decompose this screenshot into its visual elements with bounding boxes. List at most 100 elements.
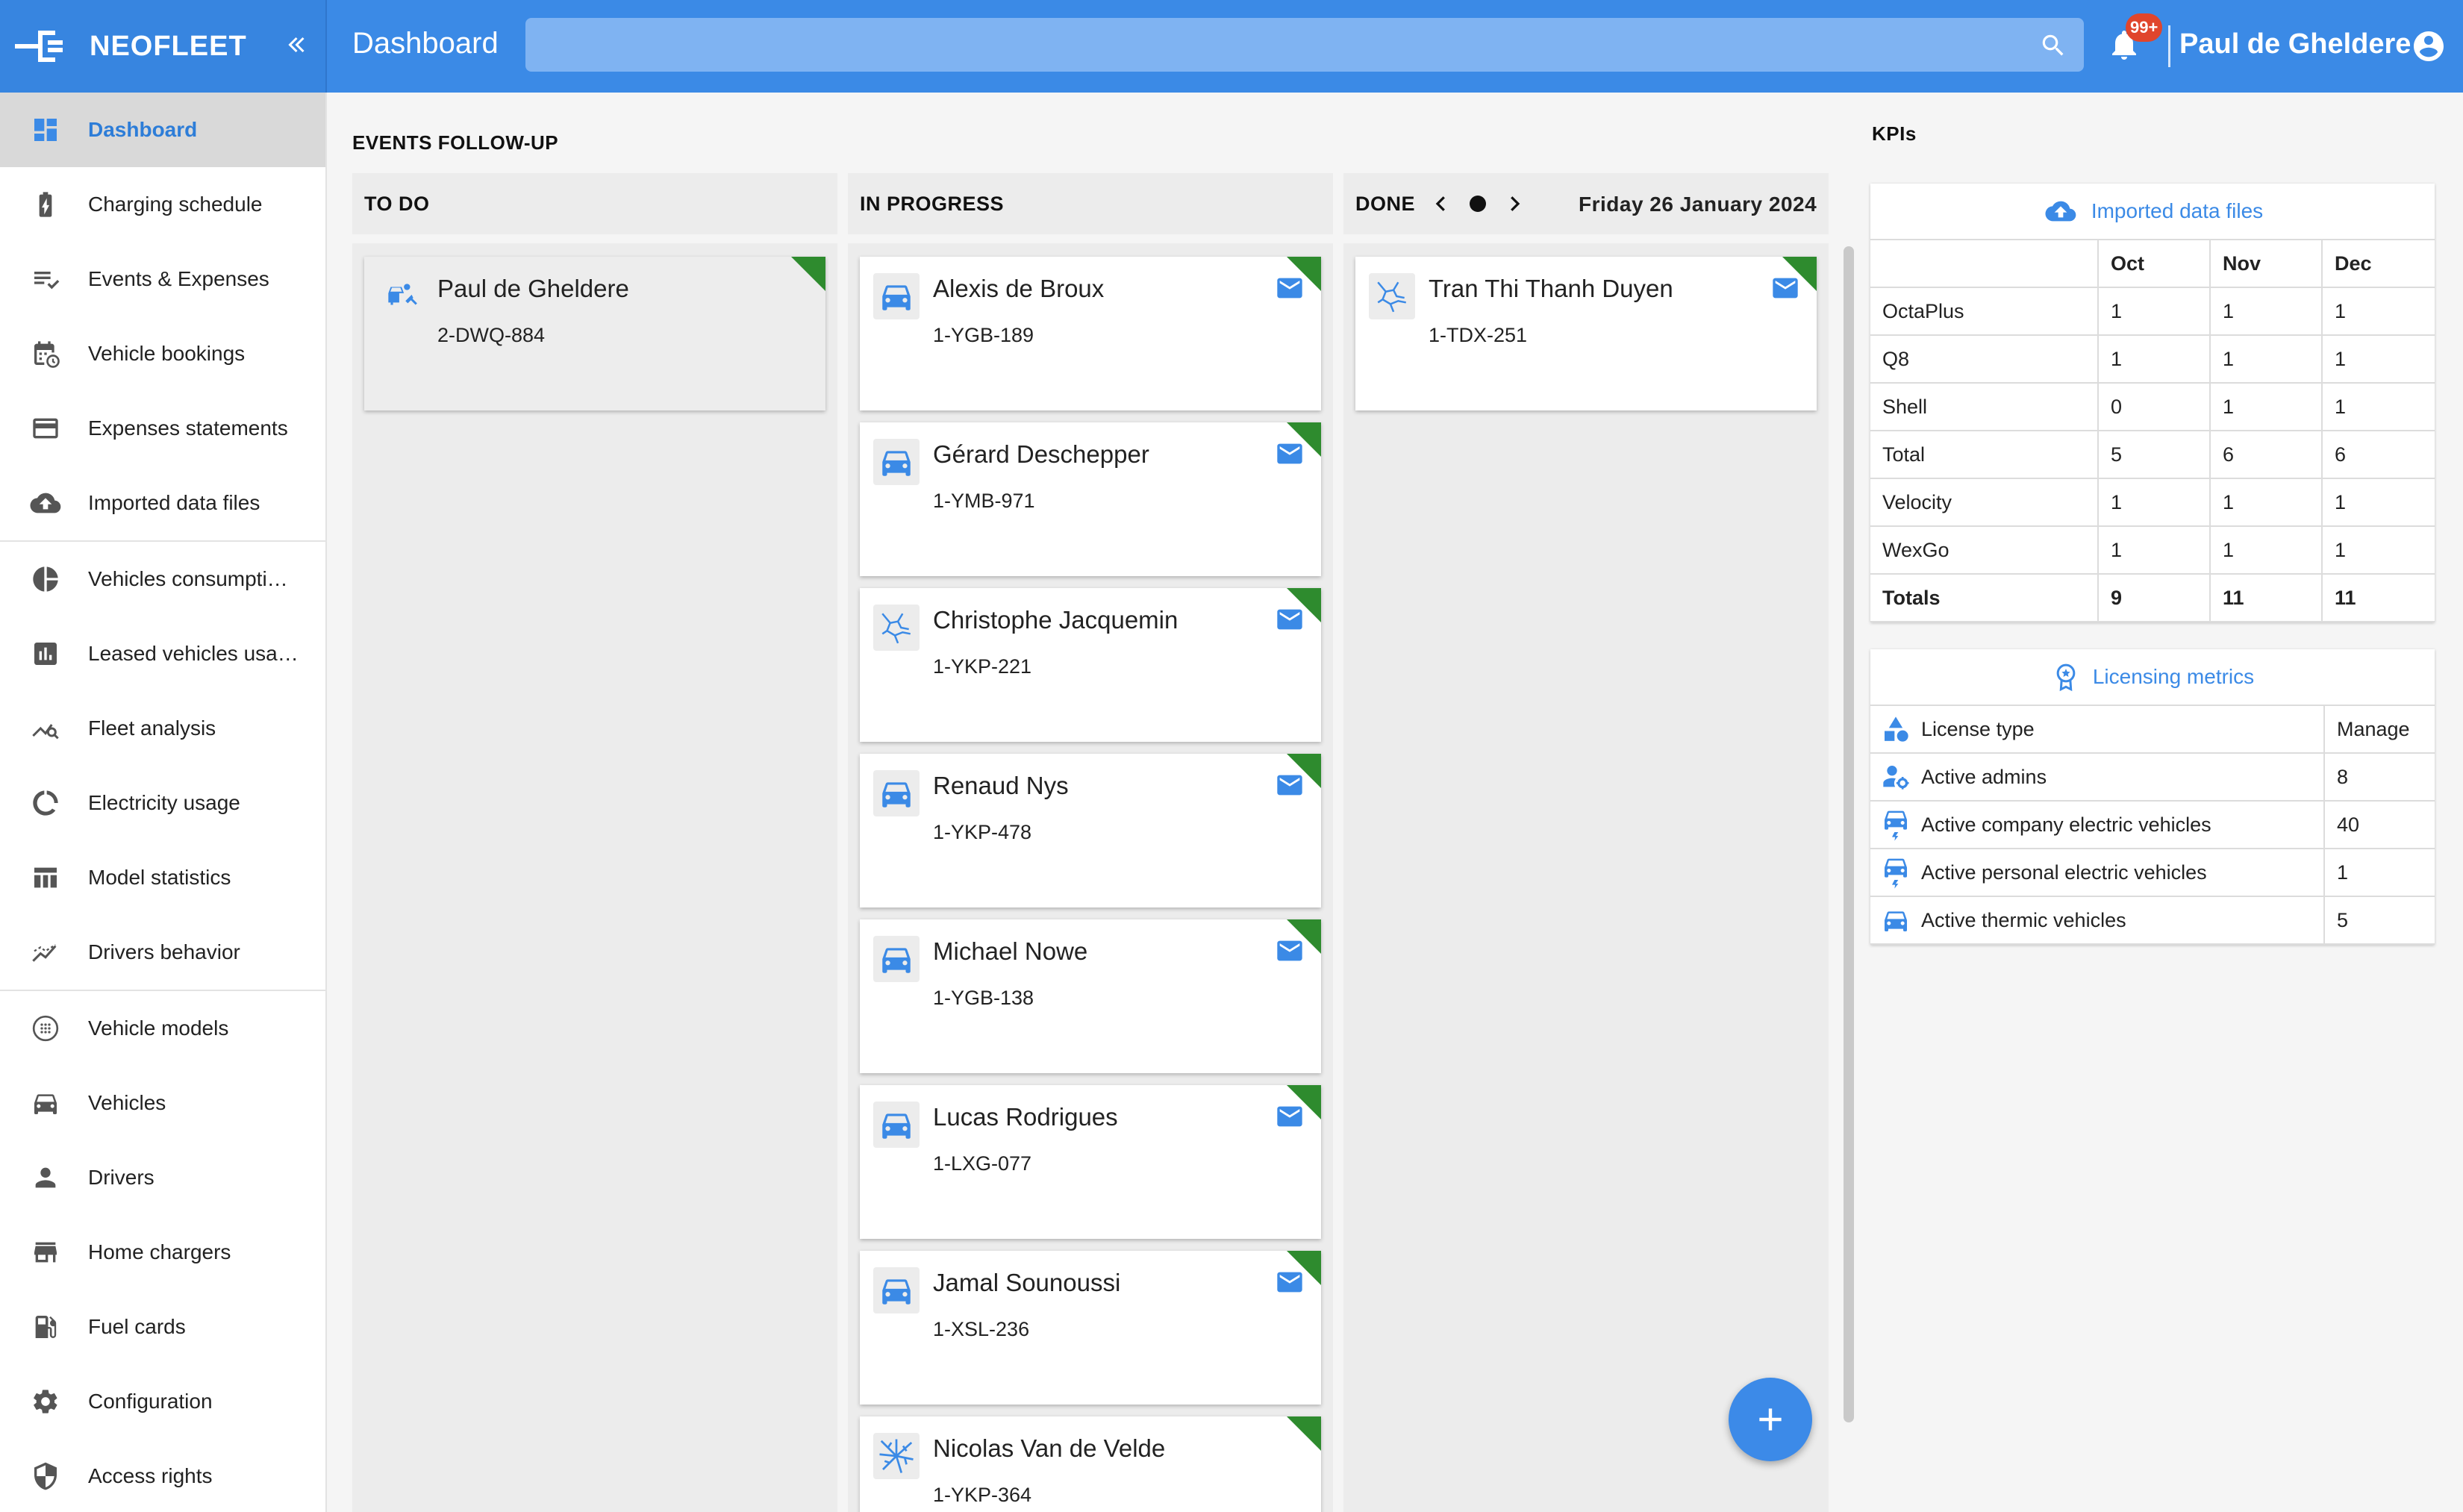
sidebar-item-dashboard[interactable]: Dashboard [0, 93, 325, 167]
event-card[interactable]: Jamal Sounoussi 1-XSL-236 [860, 1251, 1321, 1405]
event-card[interactable]: Alexis de Broux 1-YGB-189 [860, 257, 1321, 410]
event-card[interactable]: Paul de Ghelderе 2-DWQ-884 [364, 257, 825, 410]
mail-icon[interactable] [1273, 605, 1306, 634]
sidebar-item-vehicle-models[interactable]: Vehicle models [0, 991, 325, 1066]
sidebar-item-electricity-usage[interactable]: Electricity usage [0, 766, 325, 840]
cell-value: 1 [2209, 525, 2323, 575]
table-header-blank [1870, 239, 2099, 288]
list-check-icon [27, 260, 64, 298]
sidebar-item-label: Leased vehicles usa… [88, 642, 299, 665]
event-card[interactable]: Christophe Jacquemin 1-YKP-221 [860, 588, 1321, 742]
car-icon [873, 936, 920, 982]
sidebar-item-configuration[interactable]: Configuration [0, 1364, 325, 1439]
mail-icon[interactable] [1273, 273, 1306, 303]
sidebar-item-vehicles[interactable]: Vehicles [0, 1066, 325, 1140]
admin-gear-icon [1870, 752, 1921, 802]
license-plate: 1-YGB-189 [933, 324, 1034, 346]
circle-dots-icon [27, 1010, 64, 1047]
fuel-icon [27, 1308, 64, 1346]
cell-value: 6 [2321, 430, 2435, 479]
sidebar-item-drivers[interactable]: Drivers [0, 1140, 325, 1215]
event-card[interactable]: Renaud Nys 1-YKP-478 [860, 754, 1321, 907]
chevron-right-icon[interactable] [1503, 191, 1526, 216]
cell-value: 1 [2321, 478, 2435, 527]
account-circle-icon[interactable] [2411, 28, 2447, 64]
panel-header: Licensing metrics [1870, 649, 2435, 705]
sidebar-item-access-rights[interactable]: Access rights [0, 1439, 325, 1512]
table-row: Shell 0 1 1 [1870, 382, 2435, 431]
sidebar-item-drivers-behavior[interactable]: Drivers behavior [0, 915, 325, 990]
panel-title: Imported data files [2091, 199, 2264, 222]
neofleet-logo-icon [15, 28, 79, 64]
sidebar-item-label: Fleet analysis [88, 716, 216, 740]
sidebar-item-expenses-statements[interactable]: Expenses statements [0, 391, 325, 466]
sidebar-item-fleet-analysis[interactable]: Fleet analysis [0, 691, 325, 766]
electric-car-icon [1870, 848, 1921, 897]
license-plate: 1-YKP-364 [933, 1484, 1032, 1506]
driver-name: Nicolas Van de Velde [933, 1434, 1166, 1462]
today-dot-icon[interactable] [1469, 195, 1487, 213]
scrollbar-thumb[interactable] [1844, 246, 1854, 1422]
metric-label: Active company electric vehicles [1921, 800, 2325, 849]
pie-chart-icon [27, 560, 64, 598]
search-icon[interactable] [2039, 31, 2067, 60]
event-card[interactable]: Lucas Rodrigues 1-LXG-077 [860, 1085, 1321, 1239]
cell-value: 0 [2097, 382, 2211, 431]
car-icon [1870, 896, 1921, 945]
sidebar-item-label: Electricity usage [88, 791, 240, 814]
cloud-upload-icon [2042, 196, 2079, 226]
event-card[interactable]: Tran Thi Thanh Duyen 1-TDX-251 [1355, 257, 1817, 410]
sidebar-item-imported-data-files[interactable]: Imported data files [0, 466, 325, 540]
event-card[interactable]: Michael Nowe 1-YGB-138 [860, 919, 1321, 1073]
cell-value: 1 [2209, 478, 2323, 527]
provider-name: Q8 [1870, 334, 2099, 384]
mail-icon[interactable] [1273, 1102, 1306, 1131]
metric-label: Active admins [1921, 752, 2325, 802]
mail-icon[interactable] [1273, 1267, 1306, 1297]
sidebar-item-leased-vehicles-usage[interactable]: Leased vehicles usa… [0, 616, 325, 691]
metric-value: 8 [2323, 752, 2435, 802]
driver-name: Paul de Ghelderе [437, 275, 629, 302]
column-header-in-progress: IN PROGRESS [848, 173, 1333, 234]
mail-icon[interactable] [1273, 936, 1306, 966]
table-header-nov: Nov [2209, 239, 2323, 288]
metric-label: Active personal electric vehicles [1921, 848, 2325, 897]
kpis-title: KPIs [1872, 122, 1917, 145]
mail-icon[interactable] [1273, 770, 1306, 800]
sidebar-item-label: Drivers [88, 1166, 154, 1189]
user-name[interactable]: Paul de Ghelderе [2179, 28, 2411, 60]
search-bar[interactable] [525, 18, 2084, 72]
event-card[interactable]: Gérard Deschepper 1-YMB-971 [860, 422, 1321, 576]
sidebar-item-home-chargers[interactable]: Home chargers [0, 1215, 325, 1290]
mail-icon[interactable] [1273, 439, 1306, 469]
top-bar: NEOFLEET Dashboard 99+ Paul de Ghelderе [0, 0, 2463, 93]
provider-name: Velocity [1870, 478, 2099, 527]
sidebar-item-fuel-cards[interactable]: Fuel cards [0, 1290, 325, 1364]
sidebar-item-events-expenses[interactable]: Events & Expenses [0, 242, 325, 316]
car-icon [873, 439, 920, 485]
cell-value: 9 [2097, 573, 2211, 622]
sidebar-item-charging-schedule[interactable]: Charging schedule [0, 167, 325, 242]
licensing-table: License type Manage Active admins 8 Acti… [1870, 705, 2435, 945]
add-event-button[interactable] [1729, 1378, 1812, 1461]
provider-name: WexGo [1870, 525, 2099, 575]
chevron-left-icon[interactable] [1430, 191, 1452, 216]
car-icon [873, 273, 920, 319]
license-plate: 2-DWQ-884 [437, 324, 546, 346]
table-row: Velocity 1 1 1 [1870, 478, 2435, 527]
column-done: Tran Thi Thanh Duyen 1-TDX-251 [1343, 243, 1829, 1512]
event-card[interactable]: Nicolas Van de Velde 1-YKP-364 [860, 1416, 1321, 1512]
cell-value: 11 [2321, 573, 2435, 622]
collapse-sidebar-icon[interactable] [282, 30, 309, 60]
sidebar-item-vehicles-consumption[interactable]: Vehicles consumpti… [0, 542, 325, 616]
license-plate: 1-YGB-138 [933, 987, 1034, 1009]
sidebar-item-vehicle-bookings[interactable]: Vehicle bookings [0, 316, 325, 391]
license-plate: 1-TDX-251 [1429, 324, 1528, 346]
cell-value: 1 [2097, 525, 2211, 575]
table-row: OctaPlus 1 1 1 [1870, 287, 2435, 336]
sidebar-item-model-statistics[interactable]: Model statistics [0, 840, 325, 915]
license-plate: 1-YMB-971 [933, 490, 1035, 512]
mail-icon[interactable] [1769, 273, 1802, 303]
table-row: Active personal electric vehicles 1 [1870, 848, 2435, 897]
metric-value: 5 [2323, 896, 2435, 945]
